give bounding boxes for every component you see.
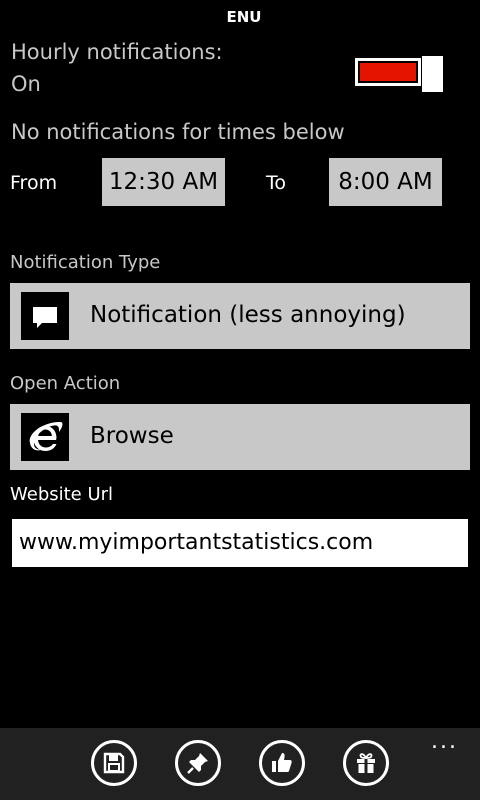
message-icon bbox=[21, 292, 69, 340]
more-options-button[interactable]: ... bbox=[431, 731, 458, 753]
hourly-notifications-toggle[interactable] bbox=[355, 56, 445, 92]
open-action-value: Browse bbox=[90, 423, 174, 449]
save-button[interactable] bbox=[91, 740, 137, 786]
pin-icon bbox=[187, 753, 208, 774]
to-time-picker[interactable]: 8:00 AM bbox=[329, 158, 442, 206]
internet-explorer-icon bbox=[21, 413, 69, 461]
gift-icon bbox=[357, 753, 375, 773]
language-indicator: ENU bbox=[226, 8, 262, 26]
hourly-notifications-label: Hourly notifications: bbox=[11, 40, 223, 64]
open-action-picker[interactable]: Browse bbox=[10, 404, 470, 470]
from-time-picker[interactable]: 12:30 AM bbox=[102, 158, 225, 206]
quiet-hours-heading: No notifications for times below bbox=[11, 120, 345, 144]
notification-type-value: Notification (less annoying) bbox=[90, 302, 406, 328]
toggle-fill bbox=[360, 63, 416, 81]
app-bar: ... bbox=[0, 728, 480, 800]
status-bar: ENU bbox=[0, 8, 480, 26]
gift-button[interactable] bbox=[343, 740, 389, 786]
open-action-label: Open Action bbox=[10, 373, 121, 394]
website-url-input[interactable] bbox=[12, 519, 468, 567]
like-button[interactable] bbox=[259, 740, 305, 786]
website-url-label: Website Url bbox=[10, 484, 114, 505]
save-icon bbox=[103, 752, 125, 774]
from-label: From bbox=[10, 172, 58, 194]
pin-button[interactable] bbox=[175, 740, 221, 786]
notification-type-label: Notification Type bbox=[10, 252, 161, 273]
toggle-thumb[interactable] bbox=[422, 56, 443, 92]
notification-type-picker[interactable]: Notification (less annoying) bbox=[10, 283, 470, 349]
hourly-notifications-value: On bbox=[11, 72, 41, 96]
thumbs-up-icon bbox=[272, 753, 292, 772]
to-label: To bbox=[266, 172, 287, 194]
